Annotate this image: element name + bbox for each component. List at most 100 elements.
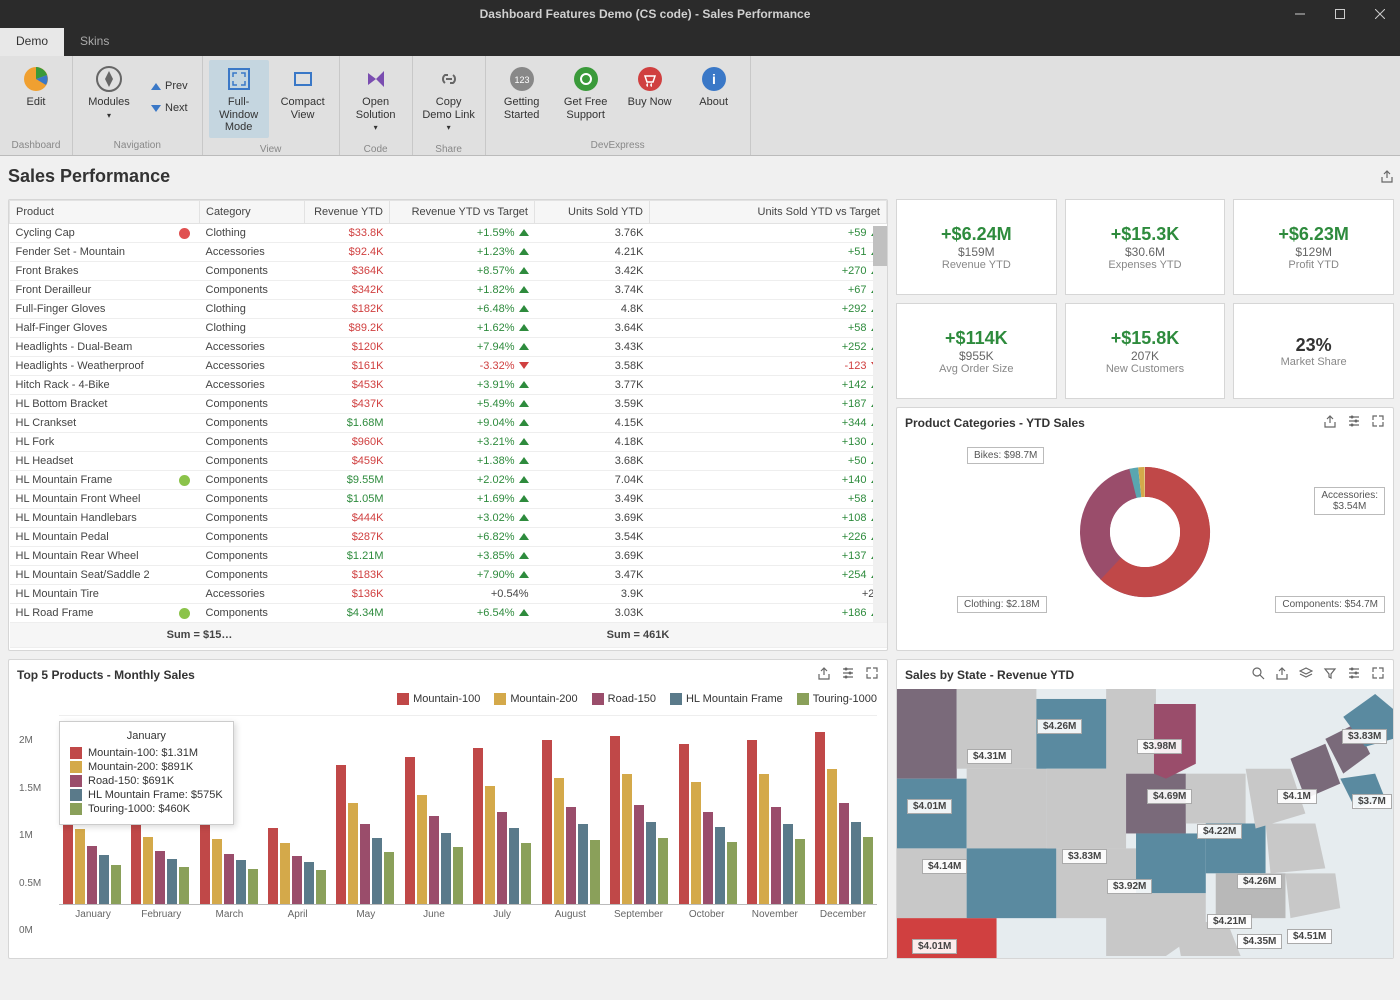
bar[interactable] [429,816,439,904]
bar[interactable] [348,803,358,904]
close-button[interactable] [1360,0,1400,28]
bar[interactable] [554,778,564,904]
kpi-card[interactable]: +$6.23M$129MProfit YTD [1233,199,1394,295]
freesupport-button[interactable]: Get Free Support [556,60,616,134]
table-row[interactable]: HL Mountain PedalComponents$287K+6.82%3.… [10,528,887,547]
bar[interactable] [610,736,620,904]
bar[interactable] [863,837,873,904]
bar[interactable] [292,856,302,904]
buynow-button[interactable]: Buy Now [620,60,680,134]
table-row[interactable]: Headlights - Dual-BeamAccessories$120K+7… [10,338,887,357]
bar[interactable] [566,807,576,904]
fullwindow-button[interactable]: Full-Window Mode [209,60,269,138]
export-icon[interactable] [1380,169,1394,186]
table-row[interactable]: Half-Finger GlovesClothing$89.2K+1.62%3.… [10,319,887,338]
bar[interactable] [167,859,177,904]
bar[interactable] [99,855,109,904]
table-row[interactable]: Cycling CapClothing$33.8K+1.59%3.76K+59 [10,224,887,243]
getstarted-button[interactable]: 123 Getting Started [492,60,552,134]
table-row[interactable]: HL Road FrameComponents$4.34M+6.54%3.03K… [10,604,887,623]
about-button[interactable]: i About [684,60,744,134]
bar[interactable] [542,740,552,904]
legend-item[interactable]: HL Mountain Frame [670,693,783,705]
bar[interactable] [179,867,189,904]
bar[interactable] [304,862,314,904]
legend-item[interactable]: Road-150 [592,693,656,705]
bar[interactable] [634,805,644,904]
bar[interactable] [827,769,837,904]
legend-item[interactable]: Mountain-100 [397,693,480,705]
maximize-icon[interactable] [1371,414,1385,431]
table-row[interactable]: Fender Set - MountainAccessories$92.4K+1… [10,243,887,262]
bar[interactable] [485,786,495,904]
bar[interactable] [212,839,222,904]
bar[interactable] [453,847,463,904]
copylink-button[interactable]: Copy Demo Link▾ [419,60,479,138]
export-icon[interactable] [1323,414,1337,431]
maximize-button[interactable] [1320,0,1360,28]
bar[interactable] [236,860,246,904]
table-row[interactable]: HL ForkComponents$960K+3.21%4.18K+130 [10,433,887,452]
bar[interactable] [771,807,781,904]
modules-button[interactable]: Modules▾ [79,60,139,134]
table-row[interactable]: Front BrakesComponents$364K+8.57%3.42K+2… [10,262,887,281]
bar[interactable] [75,829,85,904]
search-icon[interactable] [1251,666,1265,683]
bar[interactable] [473,748,483,904]
export-icon[interactable] [1275,666,1289,683]
opensolution-button[interactable]: Open Solution▾ [346,60,406,138]
table-row[interactable]: HL Bottom BracketComponents$437K+5.49%3.… [10,395,887,414]
table-row[interactable]: Hitch Rack - 4-BikeAccessories$453K+3.91… [10,376,887,395]
table-row[interactable]: HL Mountain TireAccessories$136K+0.54%3.… [10,585,887,604]
bar[interactable] [248,869,258,904]
compact-button[interactable]: Compact View [273,60,333,138]
bar[interactable] [795,839,805,904]
bar-chart[interactable]: 2M1.5M1M0.5M0M JanuaryFebruaryMarchApril… [9,709,887,958]
map-chart[interactable]: $4.26M$3.98M$4.69M$4.31M$4.01M$4.14M$3.8… [897,689,1393,958]
bar[interactable] [703,812,713,905]
kpi-card[interactable]: 23%Market Share [1233,303,1394,399]
bar[interactable] [143,837,153,904]
table-row[interactable]: HL Mountain FrameComponents$9.55M+2.02%7… [10,471,887,490]
params-icon[interactable] [1347,666,1361,683]
bar[interactable] [224,854,234,904]
legend-item[interactable]: Mountain-200 [494,693,577,705]
bar[interactable] [372,838,382,904]
bar[interactable] [658,838,668,904]
bar[interactable] [155,851,165,904]
table-row[interactable]: Headlights - WeatherproofAccessories$161… [10,357,887,376]
layers-icon[interactable] [1299,666,1313,683]
bar[interactable] [200,824,210,904]
bar[interactable] [280,843,290,904]
params-icon[interactable] [1347,414,1361,431]
bar[interactable] [759,774,769,904]
bar[interactable] [268,828,278,904]
bar[interactable] [715,827,725,904]
bar[interactable] [578,824,588,904]
bar[interactable] [691,782,701,904]
bar[interactable] [727,842,737,904]
bar[interactable] [509,828,519,904]
bar[interactable] [783,824,793,904]
table-row[interactable]: HL Mountain Seat/Saddle 2Components$183K… [10,566,887,585]
kpi-card[interactable]: +$15.3K$30.6MExpenses YTD [1065,199,1226,295]
edit-button[interactable]: Edit [6,60,66,134]
table-row[interactable]: HL HeadsetComponents$459K+1.38%3.68K+50 [10,452,887,471]
bar[interactable] [417,795,427,904]
next-button[interactable]: Next [147,100,192,116]
minimize-button[interactable] [1280,0,1320,28]
bar[interactable] [87,846,97,904]
kpi-card[interactable]: +$6.24M$159MRevenue YTD [896,199,1057,295]
export-icon[interactable] [817,666,831,683]
table-row[interactable]: Front DerailleurComponents$342K+1.82%3.7… [10,281,887,300]
table-row[interactable]: HL Mountain HandlebarsComponents$444K+3.… [10,509,887,528]
bar[interactable] [111,865,121,904]
bar[interactable] [521,843,531,904]
bar[interactable] [622,774,632,904]
bar[interactable] [646,822,656,904]
table-row[interactable]: HL Mountain Front WheelComponents$1.05M+… [10,490,887,509]
scrollbar[interactable] [873,226,887,622]
table-row[interactable]: HL Mountain Rear WheelComponents$1.21M+3… [10,547,887,566]
bar[interactable] [747,740,757,904]
table-row[interactable]: HL CranksetComponents$1.68M+9.04%4.15K+3… [10,414,887,433]
